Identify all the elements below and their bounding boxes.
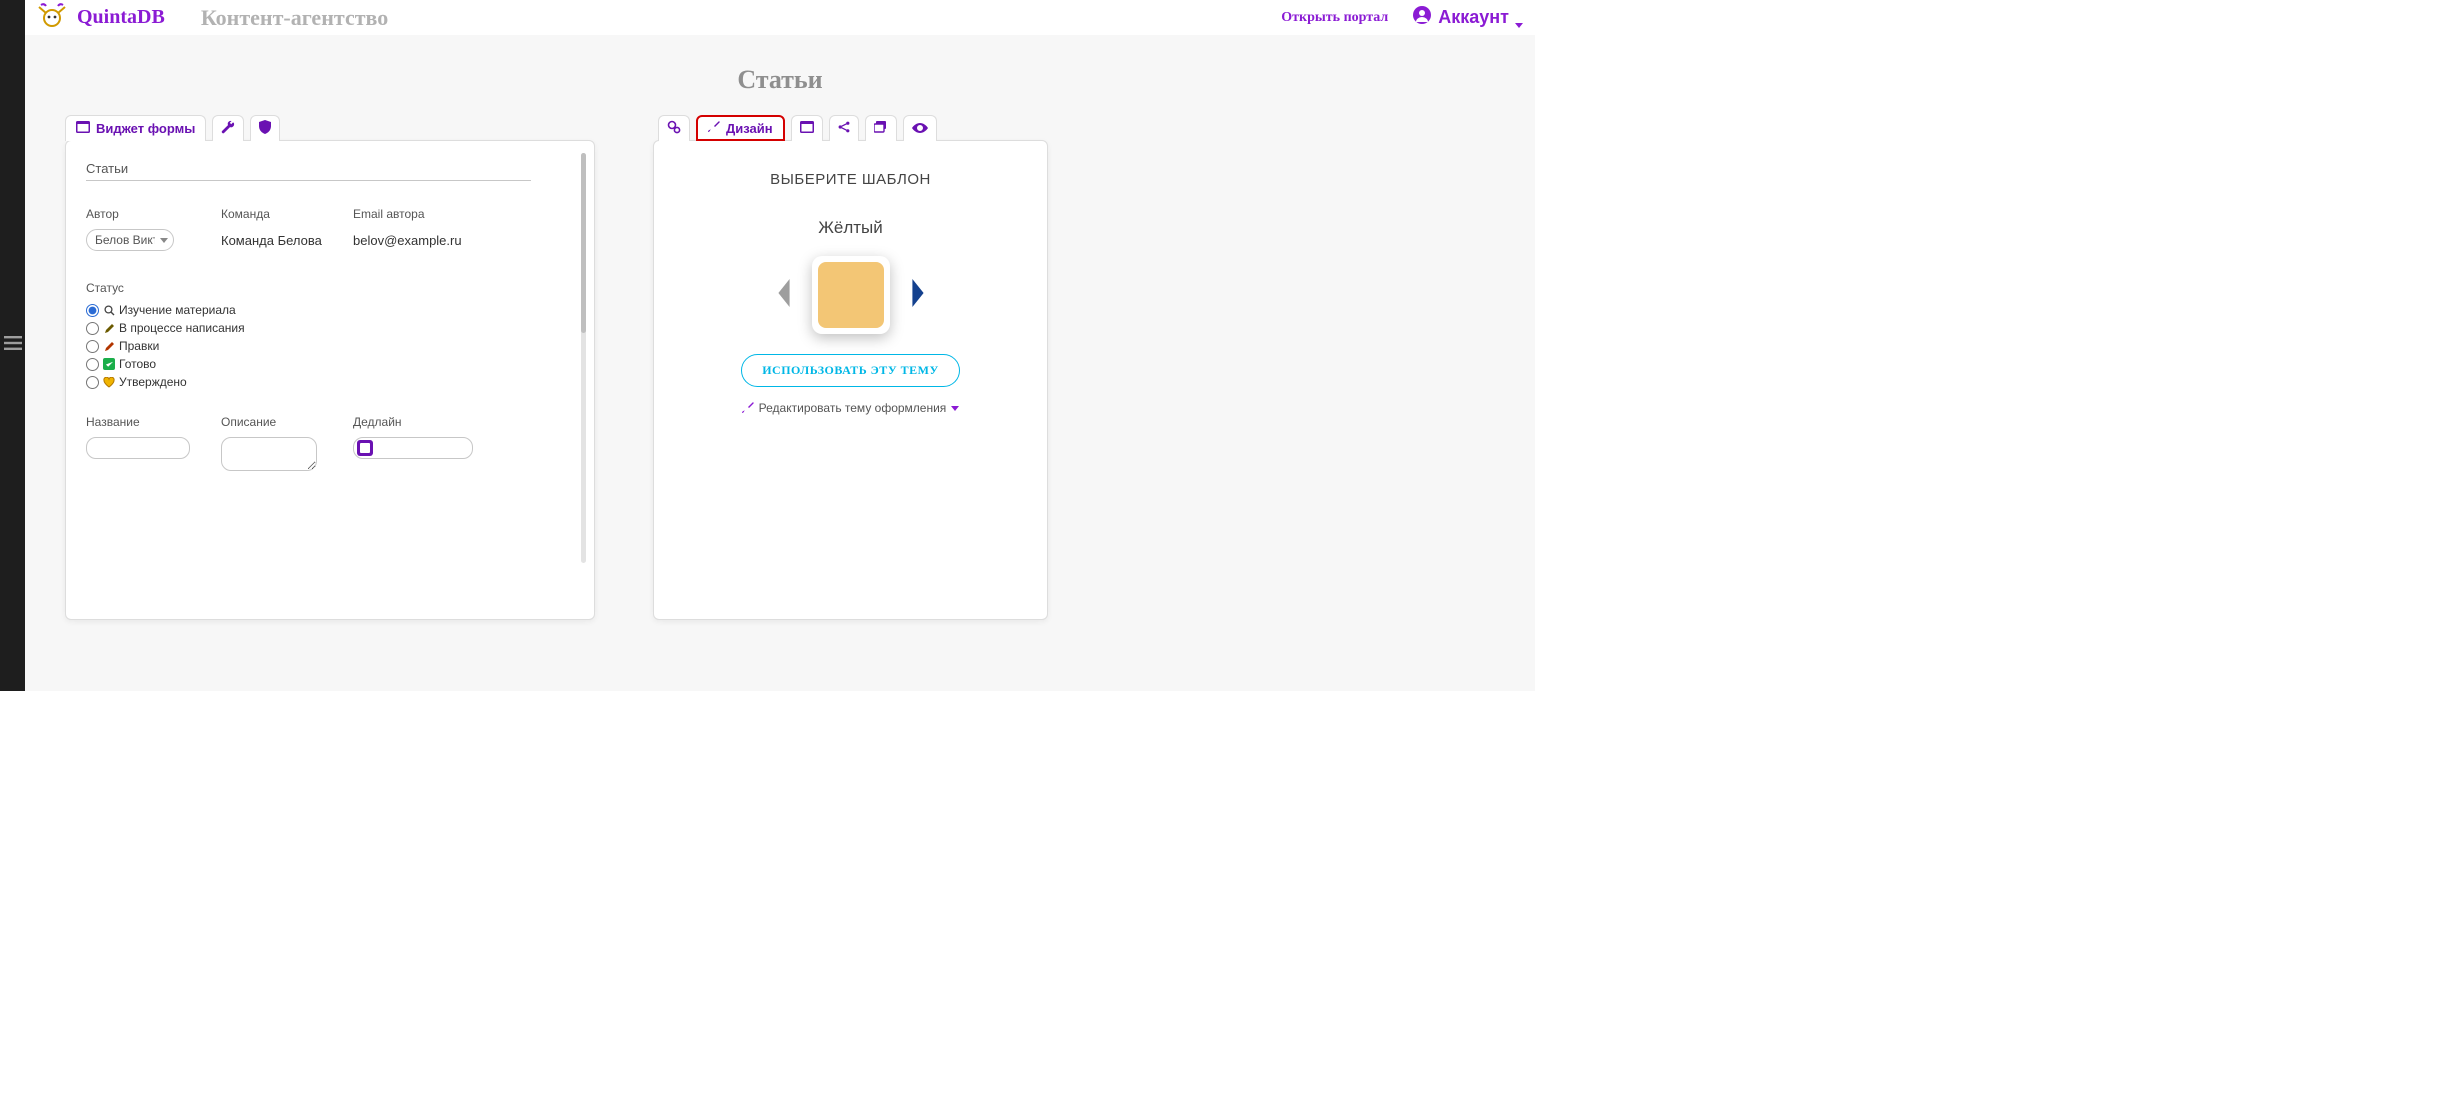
brand-name[interactable]: QuintaDB [77,6,165,29]
sidebar-rail [0,0,25,691]
status-option-label: Изучение материала [119,303,236,317]
eye-icon [912,121,928,136]
status-option[interactable]: Изучение материала [86,303,574,317]
shield-icon [259,120,271,137]
radio-input[interactable] [86,304,99,317]
pencil-icon [103,340,115,352]
form-preview-card: Автор Белов Виктор Команда Команда Белов… [65,140,595,620]
gears-icon [667,120,681,137]
next-theme-button[interactable] [908,279,928,312]
layers-icon [874,121,888,136]
prev-theme-button[interactable] [774,279,794,312]
pencil-icon [103,322,115,334]
search-icon [103,304,115,316]
title-field-label: Название [86,415,221,429]
wrench-icon [221,120,235,137]
theme-name: Жёлтый [670,218,1031,238]
status-label: Статус [86,281,574,295]
status-option[interactable]: В процессе написания [86,321,574,335]
team-label: Команда [221,207,353,221]
menu-icon[interactable] [4,336,22,355]
account-label: Аккаунт [1438,7,1509,28]
tab-records[interactable] [791,115,823,141]
theme-color-preview [818,262,884,328]
page-title: Статьи [25,65,1535,95]
calendar-icon[interactable] [357,440,373,456]
tab-design-label: Дизайн [726,121,773,136]
share-icon [838,121,850,136]
account-icon [1412,5,1432,30]
author-label: Автор [86,207,221,221]
design-panel: ВЫБЕРИТЕ ШАБЛОН Жёлтый ИСПОЛЬЗОВАТЬ ЭТУ … [653,140,1048,620]
tab-shield[interactable] [250,115,280,141]
deadline-field-label: Дедлайн [353,415,533,429]
heart-icon [103,376,115,388]
email-value: belov@example.ru [353,233,533,248]
edit-theme-label: Редактировать тему оформления [759,401,947,415]
status-option-label: Утверждено [119,375,187,389]
radio-input[interactable] [86,358,99,371]
tab-wrench[interactable] [212,115,244,141]
radio-input[interactable] [86,376,99,389]
logo-icon[interactable] [37,3,67,33]
radio-input[interactable] [86,340,99,353]
status-option[interactable]: Готово [86,357,574,371]
tab-design[interactable]: Дизайн [696,115,785,141]
status-option-label: Готово [119,357,156,371]
open-portal-link[interactable]: Открыть портал [1281,10,1388,26]
chevron-down-icon [951,406,959,411]
tab-preview[interactable] [903,115,937,141]
status-option-label: Правки [119,339,159,353]
form-name-input[interactable] [86,159,531,181]
template-heading: ВЫБЕРИТЕ ШАБЛОН [670,171,1031,188]
tab-form-widget-label: Виджет формы [96,121,195,136]
app-header: QuintaDB Контент-агентство Открыть порта… [25,0,1535,35]
email-label: Email автора [353,207,533,221]
status-option-label: В процессе написания [119,321,245,335]
use-theme-button[interactable]: ИСПОЛЬЗОВАТЬ ЭТУ ТЕМУ [741,354,960,387]
brush-icon [708,121,720,136]
tab-share[interactable] [829,115,859,141]
team-value: Команда Белова [221,233,353,248]
left-tabs: Виджет формы [65,115,595,141]
tab-form-widget[interactable]: Виджет формы [65,115,206,141]
window-icon [76,121,90,136]
status-option[interactable]: Утверждено [86,375,574,389]
window-icon [800,121,814,136]
account-menu[interactable]: Аккаунт [1412,5,1523,30]
title-input[interactable] [86,437,190,459]
description-textarea[interactable] [221,437,317,471]
check-icon [103,358,115,370]
desc-field-label: Описание [221,415,353,429]
scrollbar[interactable] [581,153,586,563]
tab-builder[interactable] [658,115,690,141]
theme-swatch[interactable] [812,256,890,334]
chevron-down-icon [1515,23,1523,28]
right-tabs: Дизайн [658,115,1048,141]
radio-input[interactable] [86,322,99,335]
tab-rules[interactable] [865,115,897,141]
author-select[interactable]: Белов Виктор [86,229,176,251]
edit-theme-link[interactable]: Редактировать тему оформления [742,401,960,415]
project-name[interactable]: Контент-агентство [201,5,388,31]
status-option[interactable]: Правки [86,339,574,353]
